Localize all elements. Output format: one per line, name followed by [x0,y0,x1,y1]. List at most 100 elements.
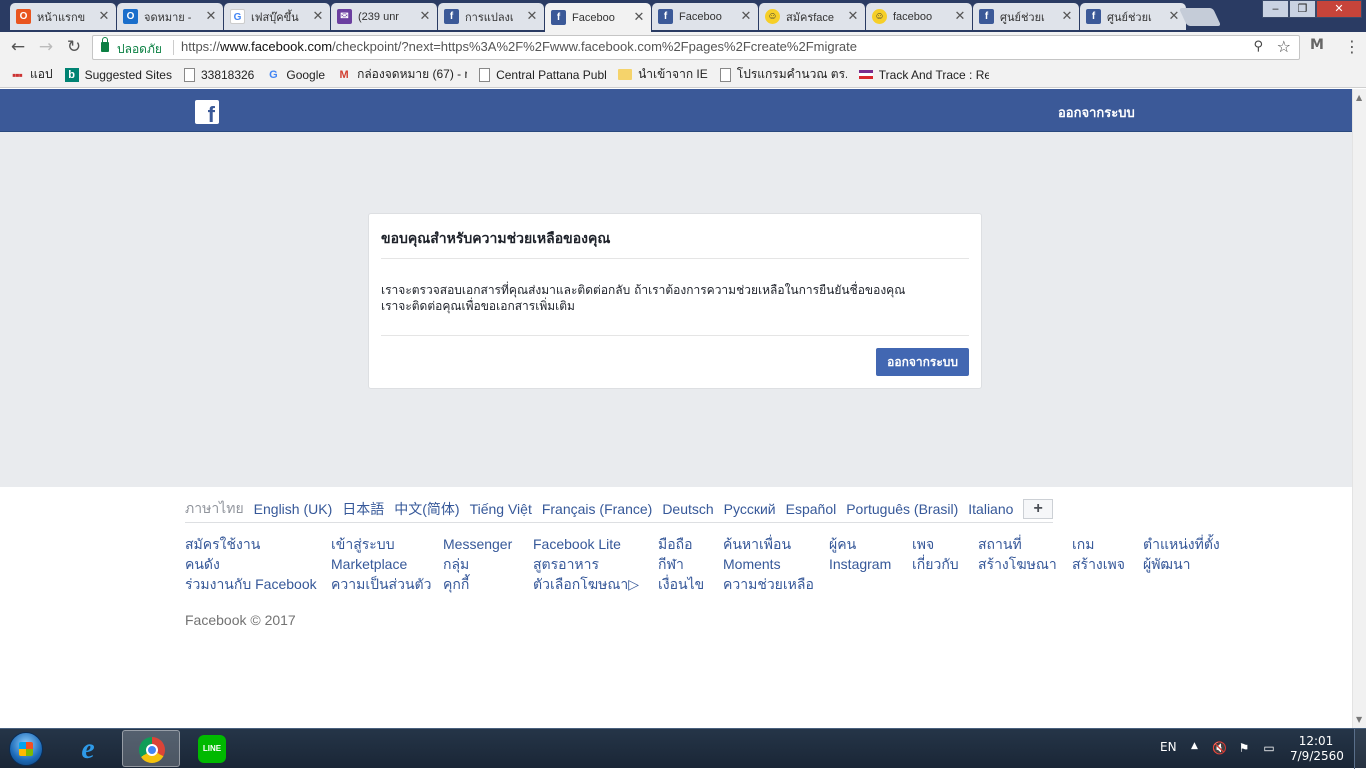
footer-link[interactable]: สูตรอาหาร [533,554,639,574]
browser-tab[interactable]: O จดหมาย - ✕ [117,3,223,30]
header-logout-link[interactable]: ออกจากระบบ [1058,102,1135,123]
footer-link[interactable]: ผู้คน [829,534,891,554]
bookmark-item[interactable]: Central Pattana Publi [479,67,606,82]
back-icon[interactable]: ← [8,37,28,57]
footer-link[interactable]: Marketplace [331,554,432,574]
footer-link[interactable]: สถานที่ [978,534,1057,554]
bookmark-item[interactable]: M กล่องจดหมาย (67) - ret [337,65,467,84]
action-center-flag-icon[interactable]: ⚑ [1237,741,1251,755]
bookmark-item[interactable]: G Google [266,68,325,82]
footer-link[interactable]: สมัครใช้งาน [185,534,317,554]
gmail-extension-icon[interactable]: M [1306,37,1328,55]
system-clock[interactable]: 12:01 7/9/2560 [1290,734,1344,764]
minimize-button[interactable]: ‒ [1262,0,1289,18]
close-tab-icon[interactable]: ✕ [312,9,324,24]
forward-icon[interactable]: → [36,37,56,57]
browser-tab[interactable]: f Faceboo ✕ [545,3,651,32]
browser-tab[interactable]: G เฟสบุ๊คขึ้น ✕ [224,3,330,30]
logout-button[interactable]: ออกจากระบบ [876,348,969,376]
facebook-logo-icon[interactable]: f [195,100,219,124]
close-tab-icon[interactable]: ✕ [740,9,752,24]
bookmark-item[interactable]: b Suggested Sites [64,67,172,82]
close-tab-icon[interactable]: ✕ [205,9,217,24]
language-link[interactable]: Deutsch [662,501,713,517]
close-tab-icon[interactable]: ✕ [419,9,431,24]
show-desktop-button[interactable] [1354,729,1366,769]
close-tab-icon[interactable]: ✕ [1061,9,1073,24]
language-link[interactable]: 日本語 [342,499,384,519]
language-link[interactable]: Português (Brasil) [846,501,958,517]
network-icon[interactable]: ▭ [1262,741,1276,755]
taskbar-line[interactable]: LINE [184,730,242,767]
footer-link[interactable]: ร่วมงานกับ Facebook [185,574,317,594]
footer-link[interactable]: เพจ [912,534,959,554]
footer-link[interactable]: ความเป็นส่วนตัว [331,574,432,594]
more-languages-button[interactable]: + [1023,498,1053,519]
bookmark-item[interactable]: Track And Trace : Res [858,68,989,82]
close-tab-icon[interactable]: ✕ [847,9,859,24]
language-link[interactable]: Español [786,501,837,517]
taskbar-chrome[interactable] [122,730,180,767]
browser-tab[interactable]: O หน้าแรกข ✕ [10,3,116,30]
footer-link[interactable]: ตำแหน่งที่ตั้ง [1143,534,1220,554]
close-window-button[interactable]: ✕ [1316,0,1362,18]
footer-link[interactable]: เกี่ยวกับ [912,554,959,574]
footer-link[interactable]: คุกกี้ [443,574,512,594]
language-link[interactable]: English (UK) [254,501,333,517]
footer-link[interactable]: ผู้พัฒนา [1143,554,1220,574]
browser-tab[interactable]: f ศูนย์ช่วยเ ✕ [1080,3,1186,30]
bookmark-item[interactable]: 33818326 [183,67,254,82]
browser-tab[interactable]: ☺ สมัครface ✕ [759,3,865,30]
browser-tab[interactable]: f Faceboo ✕ [652,3,758,30]
url-text[interactable]: https://www.facebook.com/checkpoint/?nex… [181,39,857,54]
footer-link[interactable]: Instagram [829,554,891,574]
language-link[interactable]: Français (France) [542,501,652,517]
footer-link[interactable]: เกม [1072,534,1125,554]
address-bar[interactable]: ปลอดภัย https://www.facebook.com/checkpo… [92,35,1300,60]
browser-tab[interactable]: f ศูนย์ช่วยเ ✕ [973,3,1079,30]
show-hidden-icons-icon[interactable]: ▲ [1191,741,1198,751]
browser-tab[interactable]: ✉ (239 unr ✕ [331,3,437,30]
bookmark-star-icon[interactable]: ☆ [1277,37,1291,56]
footer-link[interactable]: ตัวเลือกโฆษณา▷ [533,574,639,594]
footer-link[interactable]: กลุ่ม [443,554,512,574]
footer-link[interactable]: มือถือ [658,534,704,554]
footer-link[interactable]: สร้างโฆษณา [978,554,1057,574]
footer-link[interactable]: เงื่อนไข [658,574,704,594]
taskbar-internet-explorer[interactable]: e [60,730,118,767]
scroll-down-icon[interactable]: ▼ [1356,715,1362,724]
start-button[interactable] [4,730,48,768]
footer-link[interactable]: สร้างเพจ [1072,554,1125,574]
footer-link[interactable]: ค้นหาเพื่อน [723,534,814,554]
bookmark-item[interactable]: ▪▪▪ แอป [10,65,52,84]
language-link[interactable]: 中文(简体) [394,499,459,519]
footer-link[interactable]: เข้าสู่ระบบ [331,534,432,554]
scroll-up-icon[interactable]: ▲ [1356,93,1362,102]
reload-icon[interactable]: ↻ [64,37,84,57]
footer-link[interactable]: ความช่วยเหลือ [723,574,814,594]
bookmark-item[interactable]: นำเข้าจาก IE [618,65,708,84]
footer-link[interactable]: Facebook Lite [533,534,639,554]
language-link[interactable]: Tiếng Việt [470,501,532,517]
new-tab-button[interactable] [1178,8,1222,26]
close-tab-icon[interactable]: ✕ [633,10,645,25]
maximize-button[interactable]: ❐ [1289,0,1316,18]
browser-tab[interactable]: ☺ faceboo ✕ [866,3,972,30]
close-tab-icon[interactable]: ✕ [98,9,110,24]
volume-muted-icon[interactable]: 🔇 [1212,741,1227,755]
browser-menu-icon[interactable]: ⋮ [1344,37,1360,57]
close-tab-icon[interactable]: ✕ [526,9,538,24]
footer-link[interactable]: กีฬา [658,554,704,574]
language-link[interactable]: Italiano [968,501,1013,517]
close-tab-icon[interactable]: ✕ [1168,9,1180,24]
input-language[interactable]: EN [1160,740,1177,754]
footer-link[interactable]: คนดัง [185,554,317,574]
key-icon[interactable]: ⚲ [1253,39,1263,54]
page-scrollbar[interactable]: ▲ ▼ [1352,89,1366,728]
footer-link[interactable]: Moments [723,554,814,574]
footer-link[interactable]: Messenger [443,534,512,554]
browser-tab[interactable]: f การแปลงเ ✕ [438,3,544,30]
bookmark-item[interactable]: โปรแกรมคำนวณ ตร.ม. [719,65,847,84]
language-link[interactable]: Русский [724,501,776,517]
close-tab-icon[interactable]: ✕ [954,9,966,24]
